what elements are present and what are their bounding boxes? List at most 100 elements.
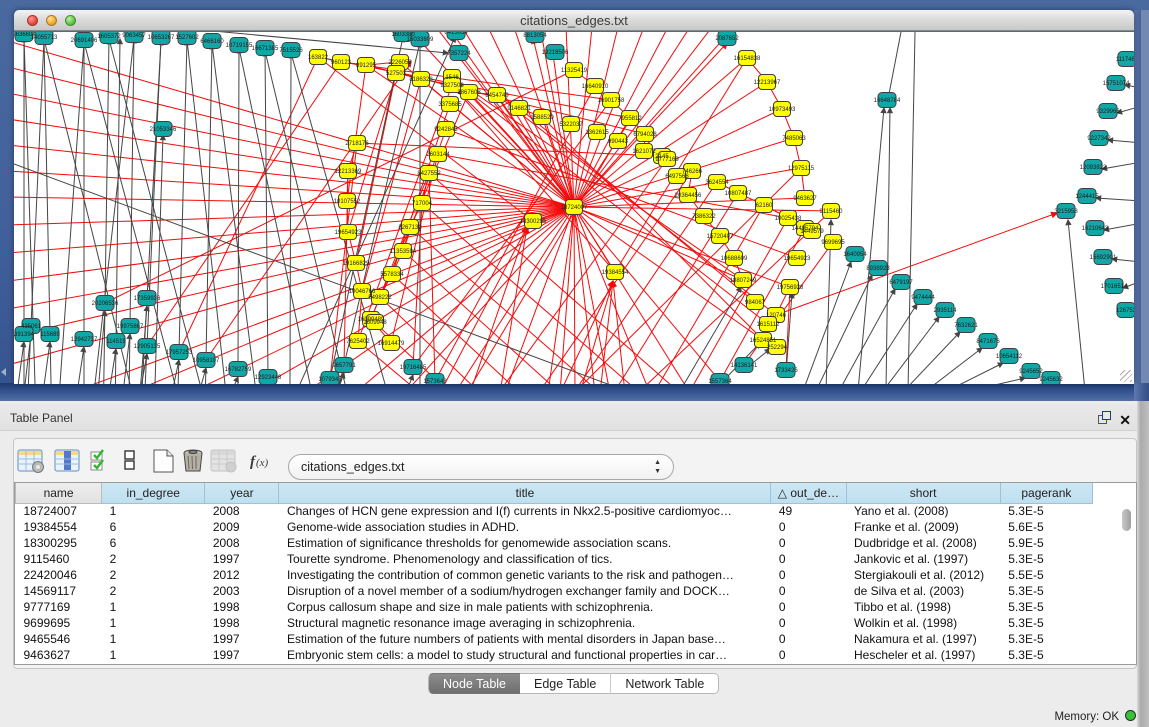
svg-text:16640910: 16640910 — [582, 84, 609, 90]
svg-text:19384554: 19384554 — [602, 270, 629, 276]
svg-text:114519: 114519 — [106, 339, 126, 345]
svg-text:9474444: 9474444 — [911, 295, 935, 301]
svg-text:16782759: 16782759 — [225, 367, 252, 373]
svg-text:19654923: 19654923 — [784, 256, 811, 262]
svg-text:12923448: 12923448 — [255, 375, 282, 381]
svg-text:891295: 891295 — [356, 63, 377, 69]
svg-text:15692901: 15692901 — [1090, 255, 1117, 261]
svg-text:9115460: 9115460 — [820, 209, 844, 215]
svg-text:16901758: 16901758 — [598, 98, 625, 104]
svg-text:9329966: 9329966 — [1096, 109, 1120, 115]
svg-text:18724007: 18724007 — [561, 205, 588, 211]
svg-text:120746: 120746 — [766, 313, 787, 319]
svg-text:6794028: 6794028 — [633, 132, 657, 138]
svg-text:18300295: 18300295 — [520, 219, 547, 225]
svg-text:(x): (x) — [256, 457, 269, 469]
svg-text:960123: 960123 — [331, 60, 352, 66]
svg-text:717004: 717004 — [412, 201, 433, 207]
svg-text:21053346: 21053346 — [150, 127, 177, 133]
svg-text:1605372: 1605372 — [97, 34, 121, 40]
svg-text:10654112: 10654112 — [996, 354, 1023, 360]
svg-text:2867608: 2867608 — [457, 90, 481, 96]
svg-text:8454749: 8454749 — [485, 93, 509, 99]
svg-text:1449579: 1449579 — [800, 229, 824, 235]
svg-text:990443: 990443 — [608, 139, 629, 145]
svg-text:1244415: 1244415 — [1075, 194, 1099, 200]
svg-text:8186328: 8186328 — [409, 77, 433, 83]
svg-text:19654923: 19654923 — [335, 230, 362, 236]
svg-text:20206536: 20206536 — [92, 301, 119, 307]
svg-text:16033809: 16033809 — [407, 37, 434, 43]
svg-text:10107552: 10107552 — [334, 199, 361, 205]
svg-text:1546: 1546 — [445, 75, 459, 81]
svg-text:19716485: 19716485 — [400, 365, 427, 371]
svg-text:16210643: 16210643 — [1082, 226, 1109, 232]
svg-text:163822: 163822 — [308, 55, 329, 61]
svg-text:17957253: 17957253 — [166, 350, 193, 356]
svg-text:8938923: 8938923 — [866, 266, 890, 272]
svg-text:16154838: 16154838 — [734, 56, 761, 62]
svg-text:1527602: 1527602 — [175, 35, 199, 41]
svg-text:11325419: 11325419 — [561, 68, 588, 74]
svg-text:8813054: 8813054 — [523, 33, 547, 39]
svg-text:5578334: 5578334 — [380, 272, 404, 278]
svg-text:16671385: 16671385 — [252, 46, 279, 52]
svg-text:17016514: 17016514 — [1101, 284, 1128, 290]
svg-text:9245652: 9245652 — [1019, 369, 1043, 375]
svg-text:527503: 527503 — [386, 71, 407, 77]
svg-text:1362615: 1362615 — [585, 130, 609, 136]
svg-text:7625402: 7625402 — [346, 339, 370, 345]
svg-text:10653267: 10653267 — [148, 35, 175, 41]
svg-text:3375685: 3375685 — [438, 102, 462, 108]
svg-text:10807487: 10807487 — [725, 191, 752, 197]
svg-text:7386322: 7386322 — [692, 214, 716, 220]
svg-text:7485063: 7485063 — [782, 136, 806, 142]
svg-text:16524851: 16524851 — [750, 338, 777, 344]
svg-text:8471676: 8471676 — [976, 339, 1000, 345]
svg-text:5322037: 5322037 — [559, 122, 583, 128]
svg-text:19975867: 19975867 — [117, 324, 144, 330]
svg-text:14136141: 14136141 — [731, 363, 758, 369]
svg-text:15751074: 15751074 — [1103, 81, 1130, 87]
svg-text:1079348: 1079348 — [318, 377, 342, 383]
svg-text:1615112: 1615112 — [757, 322, 781, 328]
svg-text:8267130: 8267130 — [398, 225, 422, 231]
svg-text:9463627: 9463627 — [793, 196, 817, 202]
svg-text:2603144: 2603144 — [426, 152, 450, 158]
svg-text:6497568: 6497568 — [665, 174, 689, 180]
svg-text:1573648: 1573648 — [423, 379, 447, 384]
svg-text:115689: 115689 — [40, 332, 60, 338]
svg-text:391394: 391394 — [14, 332, 35, 338]
svg-text:8427552: 8427552 — [417, 171, 441, 177]
svg-text:2226058: 2226058 — [388, 60, 412, 66]
svg-text:12093822: 12093822 — [1080, 165, 1107, 171]
svg-text:9327508: 9327508 — [440, 83, 464, 89]
svg-text:1117463: 1117463 — [1116, 57, 1134, 63]
svg-text:984067: 984067 — [745, 300, 766, 306]
svg-text:6479197: 6479197 — [889, 280, 913, 286]
svg-text:7632621: 7632621 — [954, 323, 978, 329]
svg-text:8413054: 8413054 — [444, 32, 468, 36]
svg-text:62160: 62160 — [756, 203, 773, 209]
svg-text:10958107: 10958107 — [193, 358, 220, 364]
svg-text:1733426: 1733426 — [774, 368, 798, 374]
svg-text:10973493: 10973493 — [769, 107, 796, 113]
svg-text:9245632: 9245632 — [1039, 377, 1063, 383]
svg-text:17359936: 17359936 — [134, 296, 161, 302]
svg-text:10719155: 10719155 — [226, 43, 253, 49]
svg-text:19756928: 19756928 — [777, 285, 804, 291]
svg-text:1640954: 1640954 — [843, 252, 867, 258]
svg-text:2718176: 2718176 — [345, 141, 369, 147]
svg-text:9242843: 9242843 — [434, 127, 458, 133]
svg-text:1588520: 1588520 — [530, 115, 554, 121]
svg-text:252294: 252294 — [767, 345, 788, 351]
svg-text:19166829: 19166829 — [343, 261, 370, 267]
svg-text:19218506: 19218506 — [542, 50, 569, 56]
svg-text:15720407: 15720407 — [707, 234, 734, 240]
svg-text:7357224: 7357224 — [447, 51, 471, 57]
svg-text:20364456: 20364456 — [675, 193, 702, 199]
svg-text:9063457: 9063457 — [122, 33, 146, 39]
svg-text:5498222: 5498222 — [368, 295, 392, 301]
svg-text:1609948: 1609948 — [363, 320, 387, 326]
svg-text:16648784: 16648784 — [874, 98, 901, 104]
